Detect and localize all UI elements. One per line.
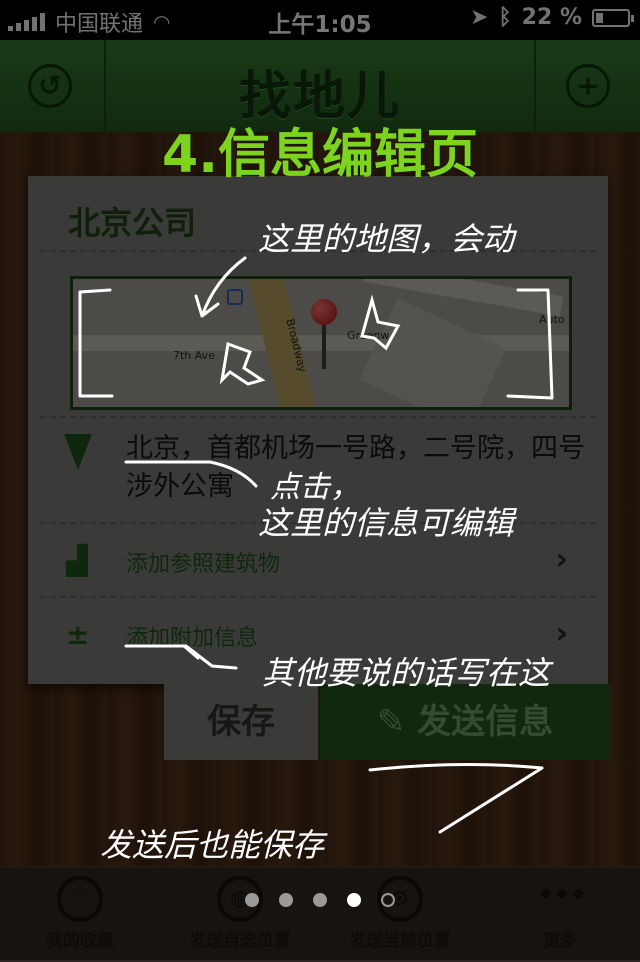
tab-send-chosen-location-label: 发送自选位置 xyxy=(189,931,291,951)
building-bars-icon: ▟ xyxy=(66,544,88,577)
page-dot[interactable] xyxy=(381,893,395,907)
save-button[interactable]: 保存 xyxy=(164,684,318,760)
tab-more[interactable]: ••• 更多 xyxy=(480,868,640,962)
location-marker-icon xyxy=(64,434,92,470)
send-info-button[interactable]: ✎ 发送信息 xyxy=(320,684,610,760)
send-icon: ✎ xyxy=(376,702,418,742)
send-info-label: 发送信息 xyxy=(417,702,554,742)
status-bar: 中国联通 ◠ 上午1:05 ➤ ᛒ 22 % xyxy=(0,0,640,40)
map-label-greenw: Greenw xyxy=(347,329,390,342)
subway-icon xyxy=(227,289,243,305)
map-view[interactable]: 7th Ave Broadway Auto Greenw xyxy=(70,276,572,410)
chevron-right-icon: › xyxy=(555,616,568,651)
place-title[interactable]: 北京公司 xyxy=(68,198,196,244)
save-note: 发送后也能保存 xyxy=(100,826,325,864)
tab-send-chosen-location[interactable]: ◍ 发送自选位置 xyxy=(160,868,320,962)
tab-bar: ♡ 我的收藏 ◍ 发送自选位置 ⊙ 发送当前位置 ••• 更多 xyxy=(0,866,640,962)
map-note: 这里的地图，会动 xyxy=(258,220,515,258)
map-pin-icon xyxy=(311,299,337,369)
page-dot[interactable] xyxy=(347,893,361,907)
plus-icon[interactable]: + xyxy=(566,64,610,108)
page-indicator[interactable] xyxy=(0,893,640,907)
extra-note: 其他要说的话写在这 xyxy=(262,654,551,692)
tab-send-current-location[interactable]: ⊙ 发送当前位置 xyxy=(320,868,480,962)
chevron-right-icon: › xyxy=(555,542,568,577)
map-label-auto: Auto xyxy=(539,313,565,326)
tab-send-current-location-label: 发送当前位置 xyxy=(349,931,451,951)
map-label-7th-ave: 7th Ave xyxy=(173,349,215,362)
tab-favorites[interactable]: ♡ 我的收藏 xyxy=(0,868,160,962)
add-reference-building-label: 添加参照建筑物 xyxy=(126,552,281,577)
tab-favorites-label: 我的收藏 xyxy=(46,931,114,951)
list-plus-icon: ± xyxy=(66,618,90,651)
battery-icon xyxy=(592,8,634,27)
edit-note: 这里的信息可编辑 xyxy=(258,504,515,542)
battery-percent: 22 % xyxy=(521,5,582,30)
tab-more-label: 更多 xyxy=(543,931,577,951)
page-dot[interactable] xyxy=(279,893,293,907)
bluetooth-icon: ᛒ xyxy=(498,5,512,30)
add-extra-info-label: 添加附加信息 xyxy=(126,626,259,651)
location-arrow-icon: ➤ xyxy=(470,5,489,30)
step-title: 4.信息编辑页 xyxy=(162,125,478,185)
page-dot[interactable] xyxy=(313,893,327,907)
page-dot[interactable] xyxy=(245,893,259,907)
